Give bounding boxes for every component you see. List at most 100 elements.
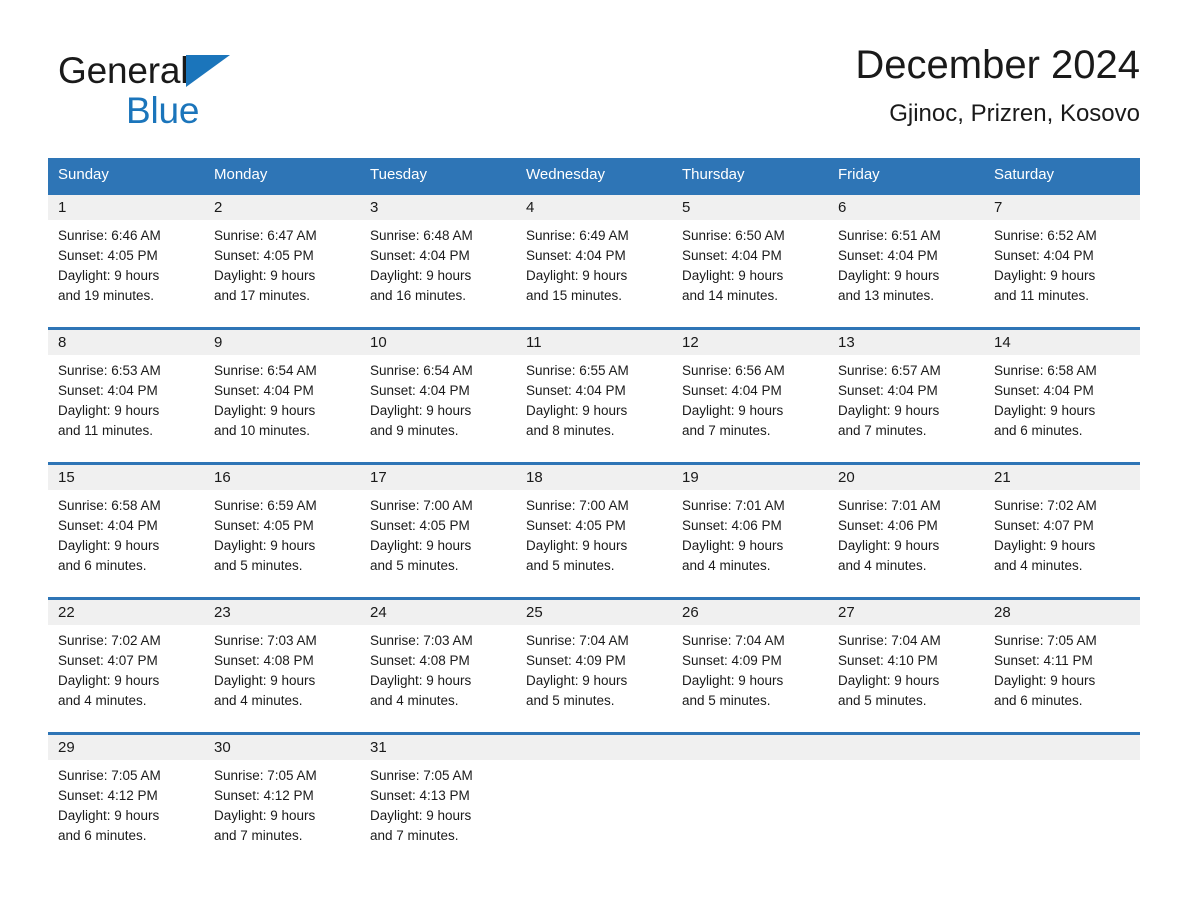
day-cell[interactable]: 29 Sunrise: 7:05 AM Sunset: 4:12 PM Dayl… bbox=[48, 732, 204, 854]
sunset-text: Sunset: 4:04 PM bbox=[214, 383, 314, 398]
daylight-text-line2: and 7 minutes. bbox=[370, 828, 459, 843]
daylight-text-line2: and 11 minutes. bbox=[994, 288, 1090, 303]
sunrise-text: Sunrise: 6:51 AM bbox=[838, 228, 941, 243]
daylight-text-line2: and 4 minutes. bbox=[682, 558, 771, 573]
sunrise-text: Sunrise: 6:55 AM bbox=[526, 363, 629, 378]
day-cell[interactable]: 12 Sunrise: 6:56 AM Sunset: 4:04 PM Dayl… bbox=[672, 327, 828, 464]
day-cell[interactable]: 6 Sunrise: 6:51 AM Sunset: 4:04 PM Dayli… bbox=[828, 192, 984, 329]
sunrise-text: Sunrise: 7:01 AM bbox=[682, 498, 785, 513]
day-cell[interactable]: 15 Sunrise: 6:58 AM Sunset: 4:04 PM Dayl… bbox=[48, 462, 204, 599]
daylight-text-line1: Daylight: 9 hours bbox=[838, 538, 940, 553]
day-cell[interactable]: 27 Sunrise: 7:04 AM Sunset: 4:10 PM Dayl… bbox=[828, 597, 984, 734]
daylight-text-line1: Daylight: 9 hours bbox=[370, 268, 472, 283]
day-cell[interactable]: 1 Sunrise: 6:46 AM Sunset: 4:05 PM Dayli… bbox=[48, 192, 204, 329]
sunset-text: Sunset: 4:10 PM bbox=[838, 653, 938, 668]
weekday-header-friday: Friday bbox=[828, 158, 984, 194]
daylight-text-line1: Daylight: 9 hours bbox=[214, 673, 316, 688]
day-cell[interactable]: 19 Sunrise: 7:01 AM Sunset: 4:06 PM Dayl… bbox=[672, 462, 828, 599]
day-cell[interactable]: 26 Sunrise: 7:04 AM Sunset: 4:09 PM Dayl… bbox=[672, 597, 828, 734]
day-number: 18 bbox=[516, 465, 672, 490]
daylight-text-line2: and 7 minutes. bbox=[838, 423, 927, 438]
day-cell[interactable]: 30 Sunrise: 7:05 AM Sunset: 4:12 PM Dayl… bbox=[204, 732, 360, 854]
day-cell[interactable]: 31 Sunrise: 7:05 AM Sunset: 4:13 PM Dayl… bbox=[360, 732, 516, 854]
generalblue-logo[interactable]: General Blue bbox=[58, 50, 288, 140]
day-cell[interactable]: 25 Sunrise: 7:04 AM Sunset: 4:09 PM Dayl… bbox=[516, 597, 672, 734]
day-cell[interactable]: 10 Sunrise: 6:54 AM Sunset: 4:04 PM Dayl… bbox=[360, 327, 516, 464]
daylight-text-line2: and 11 minutes. bbox=[58, 423, 154, 438]
day-number bbox=[984, 735, 1140, 760]
sunset-text: Sunset: 4:09 PM bbox=[526, 653, 626, 668]
day-number: 11 bbox=[516, 330, 672, 355]
day-number: 24 bbox=[360, 600, 516, 625]
day-number: 21 bbox=[984, 465, 1140, 490]
day-cell-empty bbox=[672, 732, 828, 854]
day-cell[interactable]: 11 Sunrise: 6:55 AM Sunset: 4:04 PM Dayl… bbox=[516, 327, 672, 464]
sunset-text: Sunset: 4:04 PM bbox=[682, 248, 782, 263]
sunset-text: Sunset: 4:07 PM bbox=[58, 653, 158, 668]
day-cell[interactable]: 20 Sunrise: 7:01 AM Sunset: 4:06 PM Dayl… bbox=[828, 462, 984, 599]
sunset-text: Sunset: 4:09 PM bbox=[682, 653, 782, 668]
day-number: 16 bbox=[204, 465, 360, 490]
day-number: 6 bbox=[828, 195, 984, 220]
daylight-text-line1: Daylight: 9 hours bbox=[838, 268, 940, 283]
sunset-text: Sunset: 4:04 PM bbox=[838, 248, 938, 263]
daylight-text-line2: and 6 minutes. bbox=[58, 828, 147, 843]
day-number: 3 bbox=[360, 195, 516, 220]
day-cell[interactable]: 3 Sunrise: 6:48 AM Sunset: 4:04 PM Dayli… bbox=[360, 192, 516, 329]
day-details: Sunrise: 6:58 AM Sunset: 4:04 PM Dayligh… bbox=[984, 355, 1140, 441]
page-title: December 2024 bbox=[855, 43, 1140, 87]
sunrise-text: Sunrise: 7:00 AM bbox=[526, 498, 629, 513]
day-cell[interactable]: 22 Sunrise: 7:02 AM Sunset: 4:07 PM Dayl… bbox=[48, 597, 204, 734]
day-cell[interactable]: 18 Sunrise: 7:00 AM Sunset: 4:05 PM Dayl… bbox=[516, 462, 672, 599]
day-number: 9 bbox=[204, 330, 360, 355]
daylight-text-line2: and 5 minutes. bbox=[214, 558, 303, 573]
logo-text-general: General bbox=[58, 50, 189, 91]
sunrise-text: Sunrise: 6:58 AM bbox=[58, 498, 161, 513]
daylight-text-line2: and 10 minutes. bbox=[214, 423, 311, 438]
day-details: Sunrise: 6:56 AM Sunset: 4:04 PM Dayligh… bbox=[672, 355, 828, 441]
sunrise-text: Sunrise: 7:05 AM bbox=[58, 768, 161, 783]
daylight-text-line1: Daylight: 9 hours bbox=[214, 808, 316, 823]
daylight-text-line1: Daylight: 9 hours bbox=[994, 538, 1096, 553]
day-number: 8 bbox=[48, 330, 204, 355]
day-details: Sunrise: 6:50 AM Sunset: 4:04 PM Dayligh… bbox=[672, 220, 828, 306]
day-details: Sunrise: 7:04 AM Sunset: 4:09 PM Dayligh… bbox=[516, 625, 672, 711]
day-cell[interactable]: 14 Sunrise: 6:58 AM Sunset: 4:04 PM Dayl… bbox=[984, 327, 1140, 464]
daylight-text-line2: and 4 minutes. bbox=[214, 693, 303, 708]
logo-text-blue: Blue bbox=[126, 90, 200, 131]
day-cell[interactable]: 17 Sunrise: 7:00 AM Sunset: 4:05 PM Dayl… bbox=[360, 462, 516, 599]
day-cell[interactable]: 13 Sunrise: 6:57 AM Sunset: 4:04 PM Dayl… bbox=[828, 327, 984, 464]
day-details: Sunrise: 7:00 AM Sunset: 4:05 PM Dayligh… bbox=[360, 490, 516, 576]
sunrise-text: Sunrise: 7:03 AM bbox=[214, 633, 317, 648]
day-cell[interactable]: 28 Sunrise: 7:05 AM Sunset: 4:11 PM Dayl… bbox=[984, 597, 1140, 734]
day-cell[interactable]: 24 Sunrise: 7:03 AM Sunset: 4:08 PM Dayl… bbox=[360, 597, 516, 734]
day-cell[interactable]: 5 Sunrise: 6:50 AM Sunset: 4:04 PM Dayli… bbox=[672, 192, 828, 329]
day-cell[interactable]: 8 Sunrise: 6:53 AM Sunset: 4:04 PM Dayli… bbox=[48, 327, 204, 464]
day-number: 19 bbox=[672, 465, 828, 490]
day-details: Sunrise: 6:47 AM Sunset: 4:05 PM Dayligh… bbox=[204, 220, 360, 306]
day-cell[interactable]: 4 Sunrise: 6:49 AM Sunset: 4:04 PM Dayli… bbox=[516, 192, 672, 329]
sunset-text: Sunset: 4:05 PM bbox=[526, 518, 626, 533]
day-cell[interactable]: 21 Sunrise: 7:02 AM Sunset: 4:07 PM Dayl… bbox=[984, 462, 1140, 599]
calendar-week-row: 1 Sunrise: 6:46 AM Sunset: 4:05 PM Dayli… bbox=[48, 192, 1140, 329]
day-cell[interactable]: 16 Sunrise: 6:59 AM Sunset: 4:05 PM Dayl… bbox=[204, 462, 360, 599]
day-cell-empty bbox=[828, 732, 984, 854]
day-number: 28 bbox=[984, 600, 1140, 625]
daylight-text-line1: Daylight: 9 hours bbox=[370, 673, 472, 688]
daylight-text-line2: and 9 minutes. bbox=[370, 423, 459, 438]
calendar-week-row: 29 Sunrise: 7:05 AM Sunset: 4:12 PM Dayl… bbox=[48, 732, 1140, 854]
sunrise-text: Sunrise: 7:05 AM bbox=[994, 633, 1097, 648]
day-cell[interactable]: 7 Sunrise: 6:52 AM Sunset: 4:04 PM Dayli… bbox=[984, 192, 1140, 329]
day-number: 25 bbox=[516, 600, 672, 625]
day-details: Sunrise: 6:48 AM Sunset: 4:04 PM Dayligh… bbox=[360, 220, 516, 306]
day-cell[interactable]: 23 Sunrise: 7:03 AM Sunset: 4:08 PM Dayl… bbox=[204, 597, 360, 734]
day-cell[interactable]: 9 Sunrise: 6:54 AM Sunset: 4:04 PM Dayli… bbox=[204, 327, 360, 464]
sunset-text: Sunset: 4:08 PM bbox=[214, 653, 314, 668]
sunset-text: Sunset: 4:04 PM bbox=[58, 518, 158, 533]
sunset-text: Sunset: 4:05 PM bbox=[214, 248, 314, 263]
daylight-text-line1: Daylight: 9 hours bbox=[58, 673, 160, 688]
day-cell[interactable]: 2 Sunrise: 6:47 AM Sunset: 4:05 PM Dayli… bbox=[204, 192, 360, 329]
day-details: Sunrise: 7:05 AM Sunset: 4:12 PM Dayligh… bbox=[204, 760, 360, 846]
daylight-text-line2: and 4 minutes. bbox=[58, 693, 147, 708]
day-number: 7 bbox=[984, 195, 1140, 220]
